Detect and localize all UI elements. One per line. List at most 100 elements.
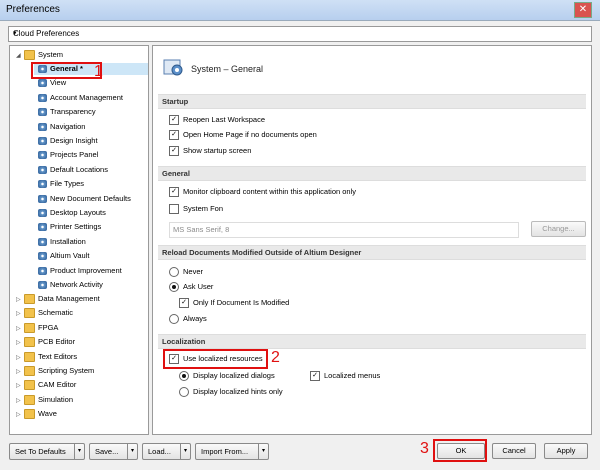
system-font-display: MS Sans Serif, 8 [169,222,519,238]
radio-selected [179,371,189,382]
tree-item[interactable]: Account Management [38,92,123,104]
settings-page-icon [38,122,47,131]
settings-page-icon [38,180,47,189]
folder-icon [24,308,35,319]
folder-icon [24,380,35,391]
expand-icon[interactable]: ▷ [16,337,24,349]
checkbox-checked: ✓ [169,115,179,126]
save-button[interactable]: Save... ▾ [89,443,138,460]
title-bar: Preferences ✕ [0,0,600,21]
section-header-reload: Reload Documents Modified Outside of Alt… [158,245,586,260]
expand-icon[interactable]: ▷ [16,323,24,335]
reopen-last-workspace-checkbox[interactable]: ✓ Reopen Last Workspace [169,114,265,126]
folder-icon [24,294,35,305]
tree-folder[interactable]: ▷ PCB Editor [16,336,75,348]
settings-page-icon [38,237,47,246]
expand-icon[interactable]: ▷ [16,352,24,364]
tree-item[interactable]: Projects Panel [38,149,98,161]
tree-item[interactable]: Printer Settings [38,221,101,233]
load-button[interactable]: Load... ▾ [142,443,191,460]
display-localized-dialogs-radio[interactable]: Display localized dialogs [179,370,275,382]
settings-page-icon [38,93,47,102]
tree-item[interactable]: Network Activity [38,279,103,291]
only-if-modified-checkbox[interactable]: ✓ Only If Document Is Modified [179,297,289,309]
collapse-icon[interactable]: ◢ [16,50,24,62]
dropdown-arrow-icon[interactable]: ▾ [180,444,190,459]
expand-icon[interactable]: ▷ [16,294,24,306]
system-font-checkbox[interactable]: System Fon [169,203,223,215]
open-home-page-checkbox[interactable]: ✓ Open Home Page if no documents open [169,129,317,141]
tree-folder[interactable]: ▷ Text Editors [16,351,77,363]
folder-icon [24,409,35,420]
tree-item-system[interactable]: ◢ System [16,49,63,61]
radio-unselected [169,267,179,278]
import-from-button[interactable]: Import From... ▾ [195,443,269,460]
annotation-box-localized [163,349,268,369]
tree-folder[interactable]: ▷ FPGA [16,322,58,334]
expand-icon[interactable]: ▷ [16,308,24,320]
dropdown-arrow-icon[interactable]: ▾ [127,444,137,459]
preferences-profile-select[interactable]: Cloud Preferences ▾ [8,26,592,42]
apply-button[interactable]: Apply [544,443,588,459]
tree-folder[interactable]: ▷ CAM Editor [16,379,76,391]
tree-item[interactable]: Transparency [38,106,96,118]
folder-icon [24,366,35,377]
settings-panel: System – General Startup ✓ Reopen Last Wo… [152,45,592,435]
annotation-box-ok [433,439,487,462]
page-title: System – General [191,64,264,74]
tree-item[interactable]: File Types [38,178,84,190]
settings-page-icon [38,151,47,160]
annotation-number-3: 3 [420,440,429,457]
settings-page-icon [38,79,47,88]
tree-item[interactable]: Default Locations [38,164,108,176]
checkbox-checked: ✓ [310,371,320,382]
annotation-box-general [31,62,102,79]
reload-ask-user-radio[interactable]: Ask User [169,281,213,293]
tree-item[interactable]: Altium Vault [38,250,89,262]
radio-unselected [169,314,179,325]
tree-item[interactable]: Desktop Layouts [38,207,106,219]
show-startup-screen-checkbox[interactable]: ✓ Show startup screen [169,145,251,157]
checkbox-checked: ✓ [169,130,179,141]
checkbox-checked: ✓ [169,146,179,157]
expand-icon[interactable]: ▷ [16,409,24,421]
section-header-general: General [158,166,586,181]
monitor-clipboard-checkbox[interactable]: ✓ Monitor clipboard content within this a… [169,186,356,198]
settings-page-icon [38,209,47,218]
tree-folder[interactable]: ▷ Data Management [16,293,100,305]
localized-menus-checkbox[interactable]: ✓ Localized menus [310,370,380,382]
preferences-tree[interactable]: ◢ System General * View Account Management T… [9,45,149,435]
settings-page-icon [38,165,47,174]
tree-item[interactable]: Design Insight [38,135,98,147]
expand-icon[interactable]: ▷ [16,395,24,407]
annotation-number-2: 2 [271,349,280,366]
settings-page-icon [38,194,47,203]
settings-page-icon [38,281,47,290]
close-icon[interactable]: ✕ [574,2,592,18]
change-font-button[interactable]: Change... [531,221,586,237]
tree-item[interactable]: Navigation [38,121,85,133]
tree-folder[interactable]: ▷ Wave [16,408,57,420]
reload-never-radio[interactable]: Never [169,266,203,278]
cancel-button[interactable]: Cancel [492,443,536,459]
tree-folder[interactable]: ▷ Scripting System [16,365,94,377]
tree-folder[interactable]: ▷ Simulation [16,394,73,406]
tree-folder[interactable]: ▷ Schematic [16,307,73,319]
checkbox-unchecked [169,204,179,215]
dropdown-arrow-icon[interactable]: ▾ [74,444,84,459]
tree-item[interactable]: Product Improvement [38,265,122,277]
tree-item[interactable]: New Document Defaults [38,193,131,205]
expand-icon[interactable]: ▷ [16,366,24,378]
reload-always-radio[interactable]: Always [169,313,207,325]
dropdown-arrow-icon[interactable]: ▾ [258,444,268,459]
checkbox-checked: ✓ [179,298,189,309]
tree-item[interactable]: Installation [38,236,86,248]
settings-page-icon [38,223,47,232]
system-general-icon [163,59,183,76]
set-to-defaults-button[interactable]: Set To Defaults ▾ [9,443,85,460]
expand-icon[interactable]: ▷ [16,380,24,392]
display-localized-hints-radio[interactable]: Display localized hints only [179,386,283,398]
tree-item[interactable]: View [38,77,66,89]
settings-page-icon [38,266,47,275]
settings-page-icon [38,137,47,146]
